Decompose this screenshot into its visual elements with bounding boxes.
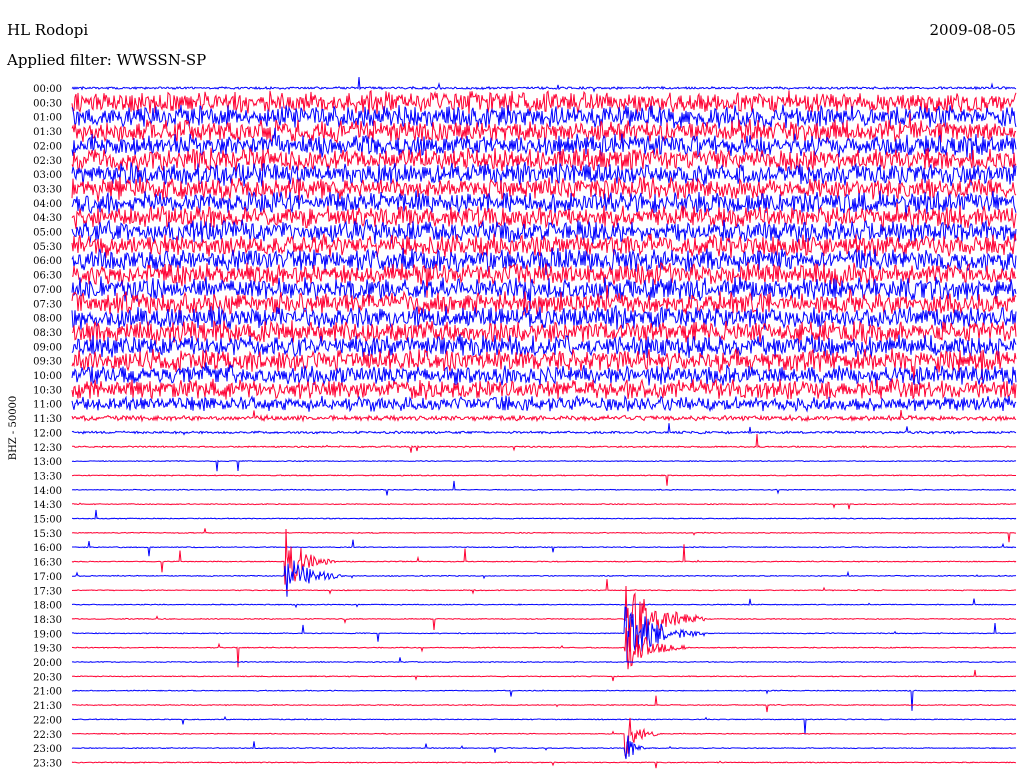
tick-label: 06:30 <box>33 271 62 282</box>
trace-row-1830 <box>71 585 1016 652</box>
trace-row-1300 <box>71 459 1017 472</box>
tick-label: 22:00 <box>33 715 62 726</box>
trace-row-2330 <box>71 760 1017 769</box>
trace-row-1400 <box>71 480 1017 496</box>
tick-label: 15:30 <box>33 529 62 540</box>
tick-label-group: 00:00 00:30 01:00 01:30 02:00 02:30 03:00 03:30… <box>33 84 62 769</box>
tick-label: 03:00 <box>33 170 62 181</box>
trace-row-2300 <box>71 735 1017 760</box>
tick-label: 02:30 <box>33 156 62 167</box>
tick-label: 12:30 <box>33 443 62 454</box>
tick-label: 04:30 <box>33 213 62 224</box>
tick-label: 11:30 <box>33 414 62 425</box>
tick-label: 10:30 <box>33 385 62 396</box>
channel-label: BHZ - 50000 <box>8 396 19 461</box>
trace-row-1900 <box>71 606 1017 662</box>
tick-label: 09:00 <box>33 342 62 353</box>
tick-label: 09:30 <box>33 357 62 368</box>
tick-label: 21:00 <box>33 687 62 698</box>
tick-label: 16:30 <box>33 558 62 569</box>
filter-label: Applied filter: WWSSN-SP <box>6 51 206 69</box>
tick-label: 10:00 <box>33 371 62 382</box>
tick-label: 03:30 <box>33 184 62 195</box>
trace-row-1130 <box>71 410 1017 423</box>
tick-label: 17:30 <box>33 586 62 597</box>
tick-label: 08:30 <box>33 328 62 339</box>
trace-row-0030 <box>71 89 1017 115</box>
trace-row-1430 <box>71 502 1017 510</box>
tick-label: 20:00 <box>33 658 62 669</box>
tick-label: 20:30 <box>33 672 62 683</box>
chart-date: 2009-08-05 <box>930 21 1016 39</box>
tick-label: 07:00 <box>33 285 62 296</box>
tick-label: 07:30 <box>33 299 62 310</box>
trace-row-1800 <box>71 598 1017 609</box>
trace-row-2230 <box>71 717 1017 759</box>
trace-row-1030 <box>71 378 1017 400</box>
tick-label: 05:00 <box>33 228 62 239</box>
trace-row-1330 <box>72 474 1016 486</box>
tick-label: 23:00 <box>33 744 62 755</box>
tick-label: 06:00 <box>33 256 62 267</box>
tick-label: 19:00 <box>33 629 62 640</box>
tick-label: 00:30 <box>33 98 62 109</box>
trace-row-2200 <box>71 715 1017 735</box>
tick-label: 17:00 <box>33 572 62 583</box>
trace-row-1230 <box>72 434 1017 453</box>
tick-label: 21:30 <box>33 701 62 712</box>
tick-label: 01:30 <box>33 127 62 138</box>
tick-label: 12:00 <box>33 428 62 439</box>
trace-row-1500 <box>72 509 1017 520</box>
trace-group <box>71 76 1017 769</box>
trace-row-2000 <box>71 657 1017 664</box>
tick-label: 04:00 <box>33 199 62 210</box>
tick-label: 14:30 <box>33 500 62 511</box>
tick-label: 13:30 <box>33 471 62 482</box>
trace-row-1600 <box>72 539 1017 557</box>
trace-row-1700 <box>72 560 1017 597</box>
trace-row-1100 <box>71 394 1017 413</box>
tick-label: 18:00 <box>33 601 62 612</box>
trace-row-1530 <box>71 528 1016 543</box>
tick-label: 08:00 <box>33 314 62 325</box>
trace-row-2130 <box>72 695 1017 713</box>
trace-row-2030 <box>72 669 1017 682</box>
station-title: HL Rodopi <box>7 21 88 39</box>
tick-label: 11:00 <box>33 400 62 411</box>
tick-label: 23:30 <box>33 758 62 769</box>
tick-label: 19:30 <box>33 644 62 655</box>
tick-label: 00:00 <box>33 84 62 95</box>
tick-label: 15:00 <box>33 515 62 526</box>
tick-label: 22:30 <box>33 730 62 741</box>
trace-row-0600 <box>71 247 1017 276</box>
helicorder-chart: HL Rodopi 2009-08-05 Applied filter: WWS… <box>6 21 1017 769</box>
trace-row-0000 <box>71 76 1017 93</box>
tick-label: 02:00 <box>33 141 62 152</box>
tick-label: 16:00 <box>33 543 62 554</box>
tick-label: 13:00 <box>33 457 62 468</box>
trace-row-2100 <box>71 689 1017 711</box>
trace-row-1200 <box>71 423 1017 436</box>
trace-row-1730 <box>71 579 1017 595</box>
tick-label: 01:00 <box>33 113 62 124</box>
tick-label: 05:30 <box>33 242 62 253</box>
tick-label: 18:30 <box>33 615 62 626</box>
tick-label: 14:00 <box>33 486 62 497</box>
